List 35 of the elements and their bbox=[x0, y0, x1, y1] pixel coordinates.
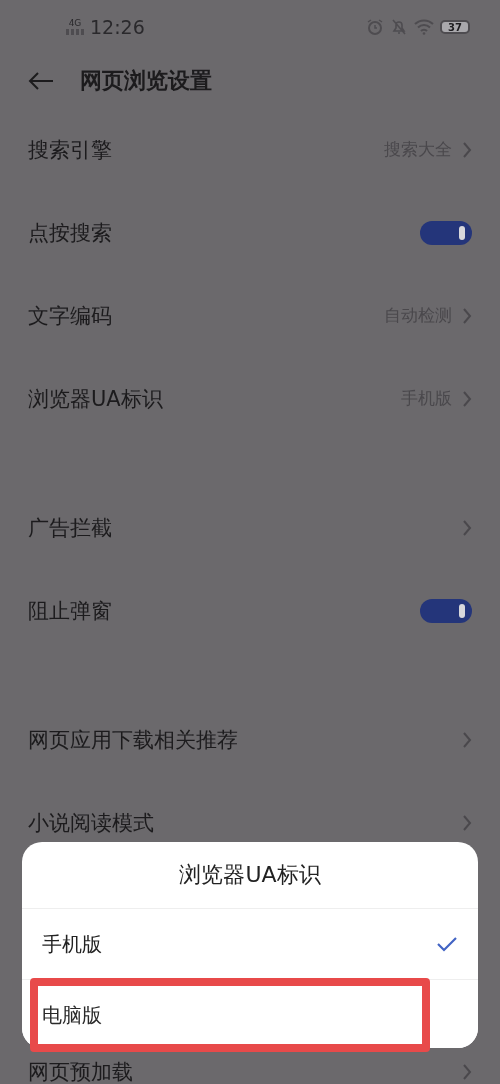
option-label: 手机版 bbox=[42, 930, 103, 958]
setting-label: 网页预加载 bbox=[28, 1058, 134, 1084]
back-arrow-icon[interactable] bbox=[28, 71, 54, 91]
settings-row[interactable]: 点按搜索 bbox=[0, 191, 500, 274]
setting-label: 网页应用下载相关推荐 bbox=[28, 726, 239, 754]
sheet-title: 浏览器UA标识 bbox=[179, 861, 321, 889]
battery-icon: 37 bbox=[440, 20, 470, 34]
chevron-right-icon bbox=[462, 1062, 472, 1081]
setting-label: 浏览器UA标识 bbox=[28, 385, 164, 413]
chevron-right-icon bbox=[462, 813, 472, 832]
bell-off-icon bbox=[390, 18, 408, 36]
network-label: 4G bbox=[68, 19, 82, 28]
option-label: 电脑版 bbox=[42, 1001, 103, 1029]
toggle-switch[interactable] bbox=[420, 220, 472, 245]
setting-label: 点按搜索 bbox=[28, 219, 113, 247]
setting-label: 广告拦截 bbox=[28, 514, 113, 542]
settings-row[interactable]: 网页应用下载相关推荐 bbox=[0, 698, 500, 781]
toggle-switch[interactable] bbox=[420, 598, 472, 623]
chevron-right-icon bbox=[462, 140, 472, 159]
page-title: 网页浏览设置 bbox=[80, 67, 212, 95]
settings-row[interactable]: 广告拦截 bbox=[0, 486, 500, 569]
signal-icon bbox=[66, 29, 84, 35]
wifi-icon bbox=[414, 19, 434, 35]
check-icon bbox=[436, 936, 458, 952]
setting-label: 阻止弹窗 bbox=[28, 597, 113, 625]
setting-label: 小说阅读模式 bbox=[28, 809, 155, 837]
setting-label: 文字编码 bbox=[28, 302, 113, 330]
chevron-right-icon bbox=[462, 389, 472, 408]
status-time: 12:26 bbox=[90, 16, 145, 38]
chevron-right-icon bbox=[462, 306, 472, 325]
chevron-right-icon bbox=[462, 518, 472, 537]
settings-row[interactable]: 阻止弹窗 bbox=[0, 569, 500, 652]
chevron-right-icon bbox=[462, 730, 472, 749]
alarm-icon bbox=[366, 18, 384, 36]
setting-label: 搜索引擎 bbox=[28, 136, 113, 164]
